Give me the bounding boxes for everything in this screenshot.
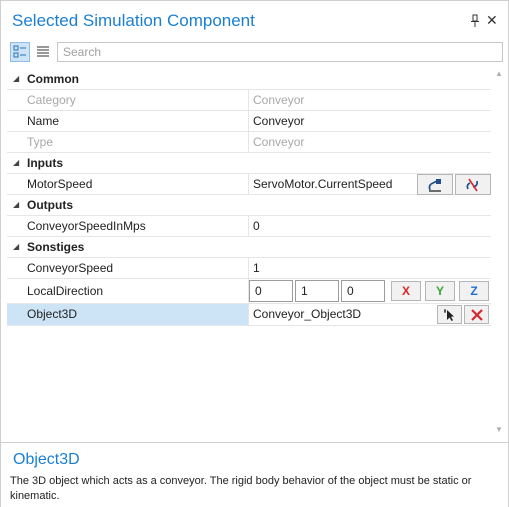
category-label: Sonstiges xyxy=(27,240,85,254)
direction-z-field[interactable]: 0 xyxy=(341,280,385,302)
column-divider xyxy=(248,216,249,237)
conveyor-speed-value[interactable]: 1 xyxy=(253,261,260,275)
property-value: Conveyor xyxy=(253,93,305,107)
direction-y-field[interactable]: 1 xyxy=(295,280,339,302)
expand-triangle-icon[interactable]: ◢ xyxy=(13,158,19,167)
property-value: Conveyor xyxy=(253,135,305,149)
panel-title: Selected Simulation Component xyxy=(12,11,255,30)
category-sonstiges[interactable]: ◢ Sonstiges xyxy=(7,237,491,258)
property-row-category: Category Conveyor xyxy=(7,90,491,111)
property-name: ConveyorSpeed xyxy=(27,261,114,275)
motor-speed-value[interactable]: ServoMotor.CurrentSpeed xyxy=(253,177,392,191)
disconnect-icon xyxy=(466,178,478,192)
connect-icon xyxy=(428,179,441,192)
simulation-component-panel: Selected Simulation Component ✕ Search ◢… xyxy=(0,0,509,507)
description-title: Object3D xyxy=(13,451,80,468)
property-name: Object3D xyxy=(27,307,78,321)
categorized-view-icon xyxy=(13,45,26,58)
close-icon[interactable]: ✕ xyxy=(486,12,498,29)
property-row-conveyor-speed[interactable]: ConveyorSpeed 1 xyxy=(7,258,491,279)
toolbar xyxy=(1,41,508,67)
property-row-type: Type Conveyor xyxy=(7,132,491,153)
property-row-name[interactable]: Name Conveyor xyxy=(7,111,491,132)
property-name: ConveyorSpeedInMps xyxy=(27,219,146,233)
clear-icon xyxy=(470,309,483,321)
z-axis-button[interactable]: Z xyxy=(459,281,489,301)
expand-triangle-icon[interactable]: ◢ xyxy=(13,242,19,251)
categorized-view-button[interactable] xyxy=(10,42,30,62)
property-row-object3d[interactable]: Object3D Conveyor_Object3D xyxy=(7,304,491,326)
disconnect-button[interactable] xyxy=(455,174,491,195)
expand-triangle-icon[interactable]: ◢ xyxy=(13,74,19,83)
x-axis-button[interactable]: X xyxy=(391,281,421,301)
vertical-scrollbar[interactable]: ▲ ▼ xyxy=(492,69,506,439)
connect-button[interactable] xyxy=(417,174,453,195)
column-divider xyxy=(248,90,249,111)
column-divider xyxy=(248,132,249,153)
category-label: Common xyxy=(27,72,79,86)
property-grid: ◢ Common Category Conveyor Name Conveyor… xyxy=(7,69,491,439)
alphabetical-view-button[interactable] xyxy=(34,42,54,62)
property-name: Name xyxy=(27,114,60,128)
clear-button[interactable] xyxy=(464,305,489,324)
category-inputs[interactable]: ◢ Inputs xyxy=(7,153,491,174)
y-axis-button[interactable]: Y xyxy=(425,281,455,301)
scroll-up-icon[interactable]: ▲ xyxy=(492,69,506,83)
pin-icon[interactable] xyxy=(470,14,480,28)
category-label: Inputs xyxy=(27,156,63,170)
category-label: Outputs xyxy=(27,198,73,212)
column-divider xyxy=(248,111,249,132)
expand-triangle-icon[interactable]: ◢ xyxy=(13,200,19,209)
search-input[interactable] xyxy=(57,42,503,62)
description-text: The 3D object which acts as a conveyor. … xyxy=(10,475,472,502)
direction-x-field[interactable]: 0 xyxy=(249,280,293,302)
column-divider xyxy=(248,258,249,279)
column-divider xyxy=(248,304,249,326)
property-row-motor-speed[interactable]: MotorSpeed ServoMotor.CurrentSpeed xyxy=(7,174,491,195)
name-value-field[interactable]: Conveyor xyxy=(253,114,304,128)
property-name: MotorSpeed xyxy=(27,177,93,191)
property-row-local-direction[interactable]: LocalDirection 0 1 0 X Y Z xyxy=(7,279,491,304)
property-name: LocalDirection xyxy=(27,284,104,298)
property-name: Category xyxy=(27,93,76,107)
property-value[interactable]: 0 xyxy=(253,219,260,233)
scroll-down-icon[interactable]: ▼ xyxy=(492,425,506,439)
title-bar: Selected Simulation Component ✕ xyxy=(1,1,508,41)
category-common[interactable]: ◢ Common xyxy=(7,69,491,90)
property-name: Type xyxy=(27,135,54,149)
column-divider xyxy=(248,174,249,195)
description-panel: Object3D The 3D object which acts as a c… xyxy=(1,442,508,507)
property-row-conveyor-speed-mps[interactable]: ConveyorSpeedInMps 0 xyxy=(7,216,491,237)
category-outputs[interactable]: ◢ Outputs xyxy=(7,195,491,216)
pick-object-button[interactable] xyxy=(437,305,462,324)
object3d-value[interactable]: Conveyor_Object3D xyxy=(253,307,361,321)
alphabetical-view-icon xyxy=(37,46,49,57)
pick-object-icon xyxy=(443,309,454,321)
